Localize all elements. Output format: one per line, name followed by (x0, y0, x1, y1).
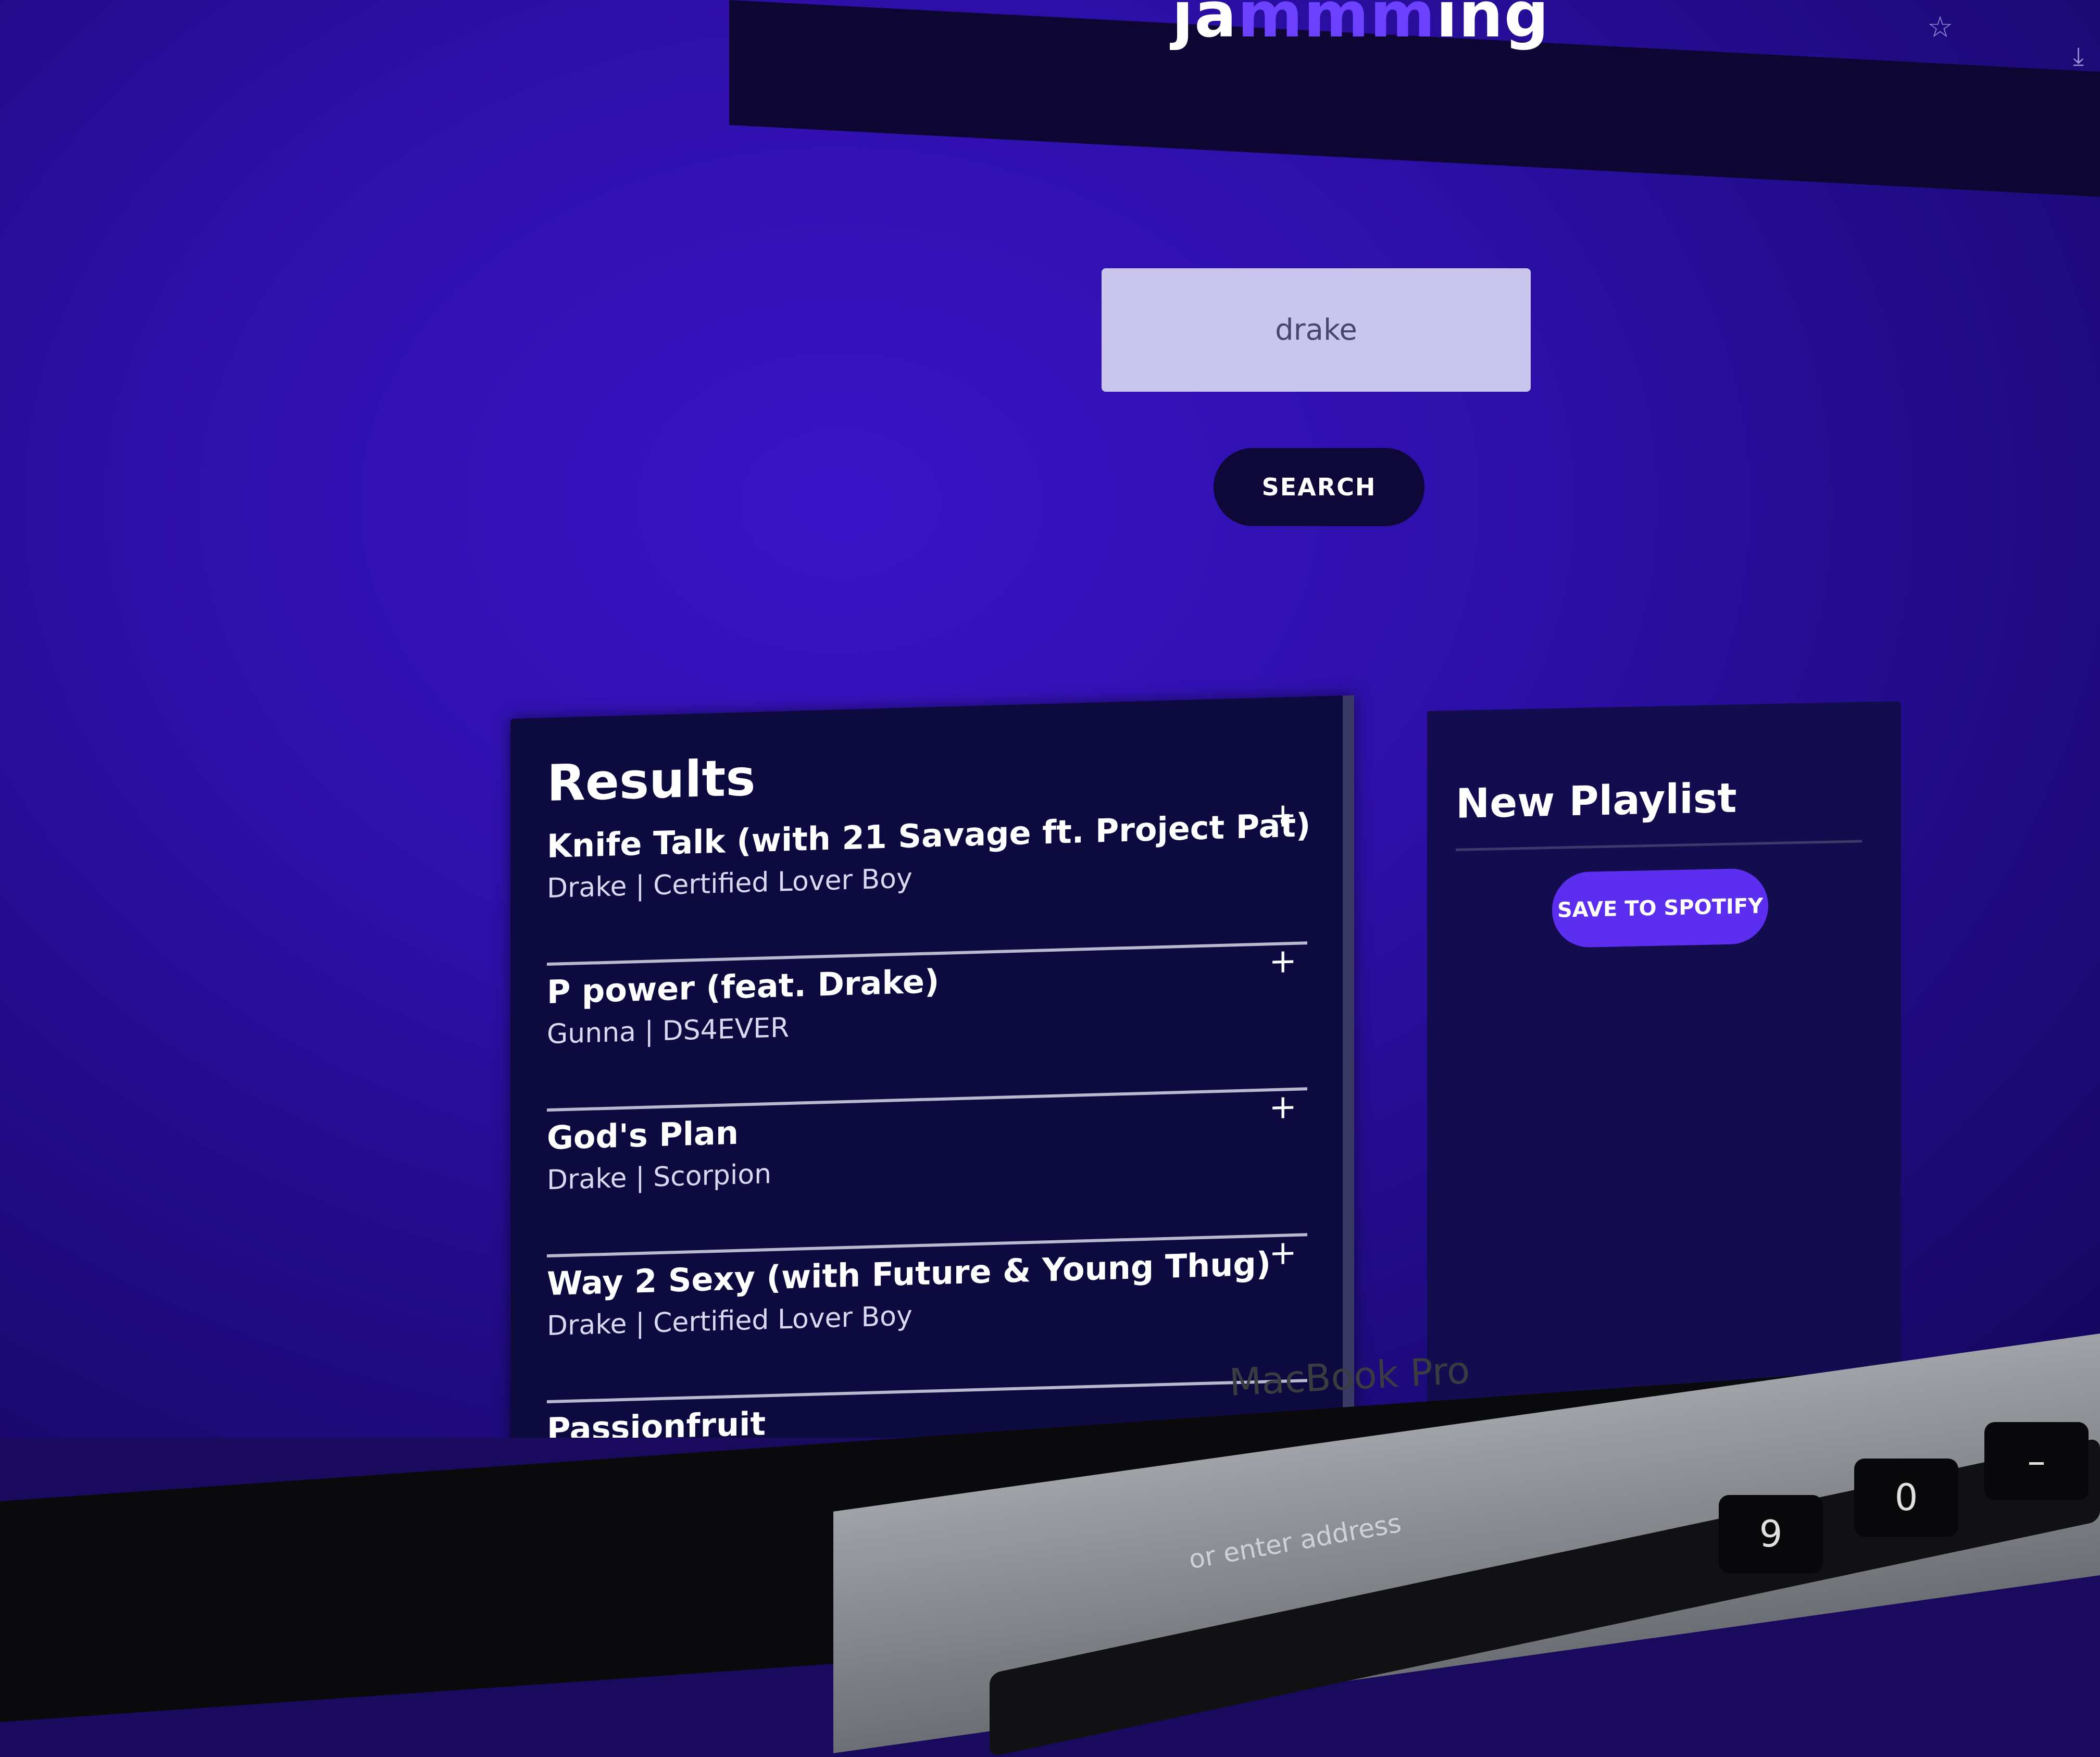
track-info: Drake | Scorpion (547, 1158, 772, 1197)
key-minus: – (1984, 1422, 2089, 1500)
track-name: P power (feat. Drake) (547, 962, 940, 1012)
add-track-icon[interactable]: + (1269, 796, 1297, 835)
app-logo: jammming (1172, 0, 1550, 52)
track-item: God's Plan Drake | Scorpion + (547, 1088, 1307, 1258)
track-name: God's Plan (547, 1113, 739, 1157)
search-input[interactable] (1102, 268, 1531, 392)
results-scrollbar[interactable] (1343, 695, 1354, 1425)
results-title: Results (547, 748, 756, 813)
track-info: Drake | Certified Lover Boy (547, 863, 913, 905)
search-button[interactable]: SEARCH (1214, 448, 1424, 526)
browser-viewport: jammming ☆ ⤓ SEARCH Results Knife Talk (… (0, 0, 2100, 1438)
track-item: P power (feat. Drake) Gunna | DS4EVER + (547, 942, 1307, 1112)
playlist-panel: New Playlist SAVE TO SPOTIFY (1427, 701, 1901, 1438)
track-name: Passionfruit (547, 1404, 766, 1438)
add-track-icon[interactable]: + (1269, 1233, 1297, 1273)
add-track-icon[interactable]: + (1269, 942, 1297, 981)
track-item: Knife Talk (with 21 Savage ft. Project P… (547, 796, 1311, 966)
add-track-icon[interactable]: + (1269, 1088, 1297, 1127)
bookmark-star-icon[interactable]: ☆ (1927, 10, 1953, 44)
download-icon[interactable]: ⤓ (2073, 42, 2084, 71)
playlist-name-input[interactable]: New Playlist (1456, 772, 1862, 851)
track-name: Knife Talk (with 21 Savage ft. Project P… (547, 806, 1311, 866)
key-0: 0 (1854, 1459, 1958, 1537)
track-info: Drake | Certified Lover Boy (547, 1300, 913, 1342)
track-info: Gunna | DS4EVER (547, 1012, 790, 1051)
track-item: Way 2 Sexy (with Future & Young Thug) Dr… (547, 1233, 1307, 1404)
results-panel: Results Knife Talk (with 21 Savage ft. P… (510, 695, 1354, 1438)
key-9: 9 (1719, 1495, 1823, 1573)
save-to-spotify-button[interactable]: SAVE TO SPOTIFY (1552, 868, 1768, 948)
